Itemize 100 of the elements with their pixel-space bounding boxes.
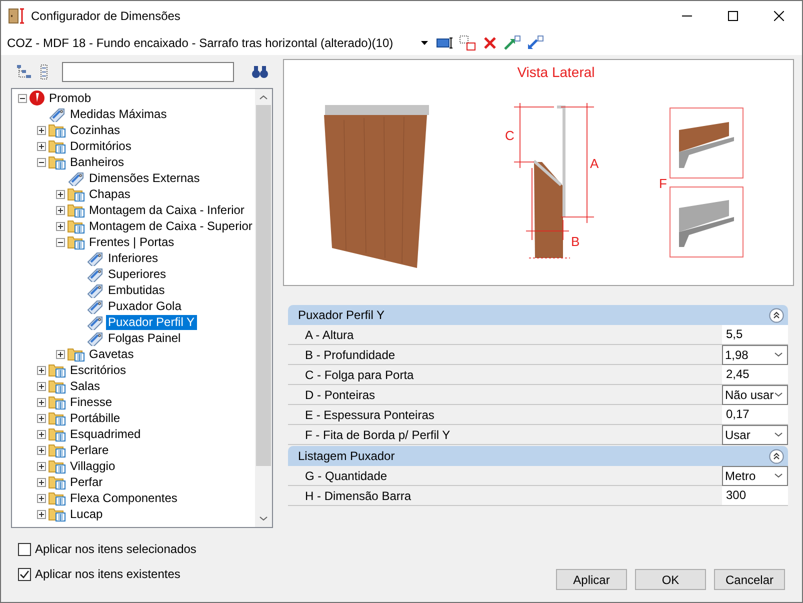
expand-icon[interactable] xyxy=(56,350,65,358)
arrow-icon[interactable] xyxy=(526,35,544,51)
search-field[interactable] xyxy=(62,62,234,82)
section-title: Puxador Perfil Y xyxy=(298,308,384,322)
tree-item[interactable]: Chapas xyxy=(87,186,132,202)
tree-item[interactable]: Inferiores xyxy=(106,250,160,266)
textbox-icon[interactable] xyxy=(436,35,454,51)
tree-item[interactable]: Superiores xyxy=(106,266,168,282)
tag-icon xyxy=(67,170,85,186)
chevron-icon[interactable] xyxy=(774,392,783,397)
maximize-icon[interactable] xyxy=(728,11,738,21)
tree-item[interactable]: Frentes | Portas xyxy=(87,234,176,250)
folder-icon xyxy=(48,490,66,506)
scrollbar[interactable] xyxy=(255,89,272,527)
chevron-icon[interactable] xyxy=(774,473,783,478)
value-dropdown[interactable]: Usar xyxy=(722,424,788,444)
search-icon[interactable] xyxy=(251,64,269,80)
property-label: G - Quantidade xyxy=(305,468,388,482)
value-dropdown[interactable]: Não usar xyxy=(722,384,788,404)
expand-icon[interactable] xyxy=(37,478,46,486)
expand-icon[interactable] xyxy=(37,462,46,470)
tree-item[interactable]: Perlare xyxy=(68,442,111,458)
value-field[interactable]: 0,17 xyxy=(722,405,788,424)
tree-item[interactable]: Cozinhas xyxy=(68,122,122,138)
tree-item[interactable]: Villaggio xyxy=(68,458,118,474)
scroll-down-icon[interactable] xyxy=(259,516,268,521)
checkbox-label[interactable]: Aplicar nos itens selecionados xyxy=(35,542,196,556)
tree-item[interactable]: Finesse xyxy=(68,394,114,410)
app-icon xyxy=(8,8,26,24)
property-label: E - Espessura Ponteiras xyxy=(305,408,436,422)
expand-icon[interactable] xyxy=(56,222,65,230)
close-icon[interactable] xyxy=(774,11,784,21)
tree-item[interactable]: Promob xyxy=(47,90,94,106)
tree-item[interactable]: Lucap xyxy=(68,506,105,522)
collapse-icon[interactable] xyxy=(37,158,46,166)
property-label: C - Folga para Porta xyxy=(305,368,415,382)
tree-item[interactable]: Puxador Perfil Y xyxy=(106,314,196,330)
tree-item[interactable]: Dimensões Externas xyxy=(87,170,202,186)
expand-icon[interactable] xyxy=(37,430,46,438)
folder-icon xyxy=(48,474,66,490)
tree-item[interactable]: Banheiros xyxy=(68,154,126,170)
expand-icon[interactable] xyxy=(37,398,46,406)
tree-item[interactable]: Folgas Painel xyxy=(106,330,183,346)
expand-icon[interactable] xyxy=(56,206,65,214)
value-dropdown[interactable]: 1,98 xyxy=(722,344,788,364)
section-header[interactable]: Listagem Puxador xyxy=(288,446,788,466)
tree-item[interactable]: Perfar xyxy=(68,474,105,490)
expand-icon[interactable] xyxy=(37,142,46,150)
expand-icon[interactable] xyxy=(37,494,46,502)
ok-button[interactable]: OK xyxy=(635,569,706,590)
folder-icon xyxy=(48,394,66,410)
folder-icon xyxy=(48,378,66,394)
collapse-icon[interactable] xyxy=(769,448,784,464)
folder-icon xyxy=(67,202,85,218)
expand-icon[interactable] xyxy=(56,190,65,198)
apply-button[interactable]: Aplicar xyxy=(556,569,627,590)
tree-item[interactable]: Embutidas xyxy=(106,282,167,298)
caret-icon[interactable] xyxy=(421,41,428,45)
folder-icon xyxy=(48,458,66,474)
tree-item[interactable]: Portábille xyxy=(68,410,122,426)
tree-item[interactable]: Salas xyxy=(68,378,102,394)
dimension-label: B xyxy=(571,234,580,249)
tree-item[interactable]: Montagem da Caixa - Inferior xyxy=(87,202,246,218)
expand-icon[interactable] xyxy=(37,366,46,374)
collapse-icon[interactable] xyxy=(56,238,65,246)
tree-item[interactable]: Dormitórios xyxy=(68,138,134,154)
arrow-icon[interactable] xyxy=(503,35,521,51)
tree-item[interactable]: Medidas Máximas xyxy=(68,106,169,122)
value-dropdown[interactable]: Metro xyxy=(722,466,788,486)
collapse-icon[interactable] xyxy=(769,308,784,322)
tree-item[interactable]: Gavetas xyxy=(87,346,136,362)
checkbox[interactable] xyxy=(18,542,31,556)
folder-icon xyxy=(48,442,66,458)
expand-icon[interactable] xyxy=(37,510,46,518)
chevron-icon[interactable] xyxy=(774,352,783,357)
copy-icon[interactable] xyxy=(459,35,477,51)
window-title: Configurador de Dimensões xyxy=(31,9,182,23)
delete-icon[interactable] xyxy=(482,35,498,51)
value-field[interactable]: 300 xyxy=(722,486,788,505)
checkbox[interactable] xyxy=(18,568,31,580)
cancel-button[interactable]: Cancelar xyxy=(714,569,785,590)
section-header[interactable]: Puxador Perfil Y xyxy=(288,305,788,325)
checkbox-label[interactable]: Aplicar nos itens existentes xyxy=(35,567,180,581)
expand-icon[interactable] xyxy=(37,414,46,422)
expand-icon[interactable] xyxy=(37,382,46,390)
tree-item[interactable]: Puxador Gola xyxy=(106,298,184,314)
tree-item[interactable]: Esquadrimed xyxy=(68,426,143,442)
tree-item[interactable]: Escritórios xyxy=(68,362,128,378)
value-field[interactable]: 2,45 xyxy=(722,365,788,384)
tree-item[interactable]: Montagem de Caixa - Superior xyxy=(87,218,254,234)
collapse-icon[interactable] xyxy=(18,94,27,102)
expand-icon[interactable] xyxy=(37,446,46,454)
expand-icon[interactable] xyxy=(37,126,46,134)
chevron-icon[interactable] xyxy=(774,432,783,437)
value-field[interactable]: 5,5 xyxy=(722,325,788,344)
scroll-up-icon[interactable] xyxy=(259,95,268,100)
tree-item[interactable]: Flexa Componentes xyxy=(68,490,180,506)
folder-icon xyxy=(48,362,66,378)
tree-view-icon[interactable] xyxy=(16,64,32,80)
section-title: Listagem Puxador xyxy=(298,449,395,463)
